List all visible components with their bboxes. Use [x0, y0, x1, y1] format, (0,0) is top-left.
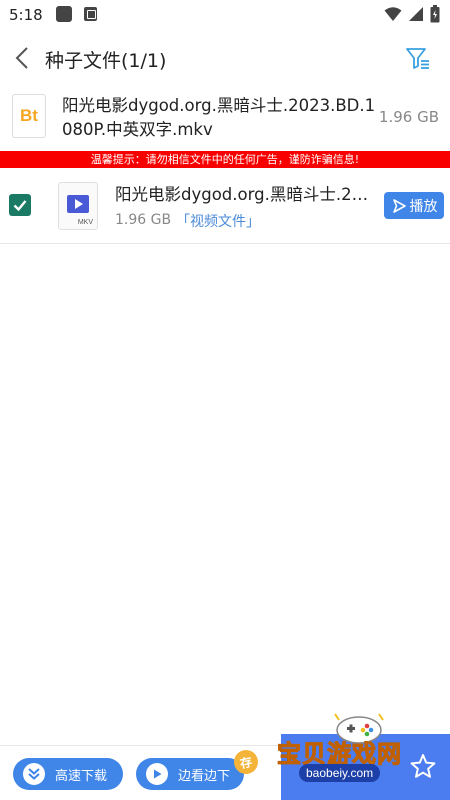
- chevron-left-icon: [15, 47, 28, 69]
- speed-download-button[interactable]: 高速下载: [13, 758, 123, 790]
- status-icons: [384, 5, 440, 23]
- play-button[interactable]: 播放: [384, 192, 444, 219]
- speed-download-label: 高速下载: [55, 768, 108, 784]
- warning-banner: 温馨提示：请勿相信文件中的任何广告，谨防诈骗信息!: [0, 151, 450, 168]
- page-title: 种子文件(1/1): [45, 50, 167, 72]
- stream-download-label: 边看边下: [178, 768, 231, 784]
- star-icon: [410, 754, 436, 778]
- watermark-url: baobeiy.com: [299, 764, 381, 782]
- battery-icon: [430, 5, 440, 23]
- filter-button[interactable]: [404, 44, 432, 72]
- watermark: 宝贝游戏网 baobeiy.com: [277, 706, 450, 800]
- play-outline-icon: [392, 198, 406, 213]
- play-button-label: 播放: [409, 198, 438, 215]
- bt-file-icon: Bt: [12, 94, 46, 138]
- file-checkbox[interactable]: [9, 194, 31, 216]
- file-name: 阳光电影dygod.org.黑暗斗士.20...: [115, 185, 377, 204]
- status-bar: 5:18: [0, 0, 450, 30]
- double-chevron-down-icon: [23, 763, 45, 785]
- file-list-item[interactable]: MKV 阳光电影dygod.org.黑暗斗士.20... 1.96 GB 「视频…: [0, 168, 450, 244]
- video-file-icon: MKV: [58, 182, 98, 230]
- filter-icon: [406, 48, 429, 69]
- play-circle-icon: [146, 763, 168, 785]
- bt-icon-text: Bt: [20, 106, 38, 125]
- status-time: 5:18: [9, 6, 43, 24]
- stream-download-button[interactable]: 边看边下: [136, 758, 244, 790]
- toolbar: 种子文件(1/1): [0, 30, 450, 86]
- back-button[interactable]: [8, 42, 36, 74]
- check-icon: [13, 200, 27, 212]
- play-icon: [67, 195, 89, 213]
- wifi-icon: [384, 7, 402, 21]
- notification-app-icon: [56, 6, 72, 22]
- torrent-info: Bt 阳光电影dygod.org.黑暗斗士.2023.BD.1080P.中英双字…: [0, 86, 450, 150]
- notification-a-icon: [84, 7, 97, 21]
- file-ext-label: MKV: [77, 219, 93, 226]
- torrent-name: 阳光电影dygod.org.黑暗斗士.2023.BD.1080P.中英双字.mk…: [62, 96, 376, 139]
- file-type: 「视频文件」: [176, 214, 260, 230]
- file-size: 1.96 GB: [115, 212, 172, 228]
- torrent-size: 1.96 GB: [378, 108, 439, 126]
- cellular-signal-icon: [409, 7, 423, 21]
